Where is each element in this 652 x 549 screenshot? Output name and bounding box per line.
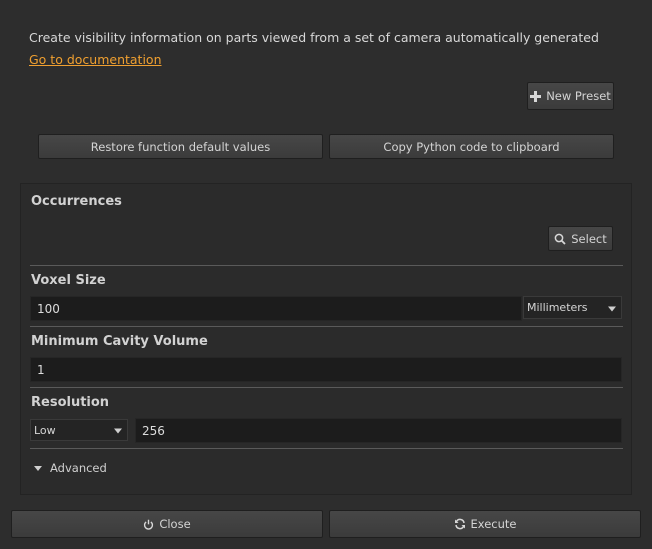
resolution-title: Resolution: [31, 395, 110, 410]
copy-python-button[interactable]: Copy Python code to clipboard: [329, 134, 614, 159]
function-description: Create visibility information on parts v…: [29, 30, 599, 45]
caret-down-icon: [34, 465, 42, 471]
restore-defaults-button[interactable]: Restore function default values: [38, 134, 323, 159]
restore-defaults-label: Restore function default values: [90, 139, 271, 154]
voxel-size-input[interactable]: 100: [30, 296, 522, 321]
select-label: Select: [571, 231, 607, 246]
parameters-panel: Occurrences Select Voxel Size 100 Millim…: [20, 183, 632, 495]
close-button[interactable]: Close: [11, 510, 323, 538]
divider: [30, 326, 623, 327]
resolution-input[interactable]: 256: [135, 418, 622, 443]
power-icon: [144, 519, 154, 530]
divider: [30, 448, 623, 449]
resolution-level-dropdown[interactable]: Low: [30, 419, 128, 441]
new-preset-button[interactable]: New Preset: [527, 82, 614, 110]
min-cavity-title: Minimum Cavity Volume: [31, 334, 208, 349]
advanced-label: Advanced: [50, 461, 107, 475]
occurrences-title: Occurrences: [31, 194, 122, 209]
min-cavity-input[interactable]: 1: [30, 357, 622, 382]
plus-icon: [530, 90, 542, 102]
voxel-size-title: Voxel Size: [31, 273, 106, 288]
execute-button[interactable]: Execute: [329, 510, 641, 538]
voxel-unit-dropdown[interactable]: Millimeters: [523, 296, 622, 319]
advanced-toggle[interactable]: Advanced: [34, 461, 107, 475]
resolution-level-value: Low: [34, 423, 56, 437]
execute-label: Execute: [470, 517, 517, 531]
chevron-down-icon: [608, 306, 616, 311]
divider: [30, 387, 623, 388]
new-preset-label: New Preset: [546, 89, 611, 103]
chevron-down-icon: [114, 428, 122, 434]
documentation-link[interactable]: Go to documentation: [29, 52, 162, 67]
close-label: Close: [159, 517, 191, 531]
copy-python-label: Copy Python code to clipboard: [383, 139, 560, 154]
divider: [30, 265, 623, 266]
search-icon: [554, 233, 566, 245]
voxel-unit-value: Millimeters: [527, 301, 588, 314]
refresh-icon: [454, 518, 465, 530]
select-button[interactable]: Select: [548, 226, 613, 251]
